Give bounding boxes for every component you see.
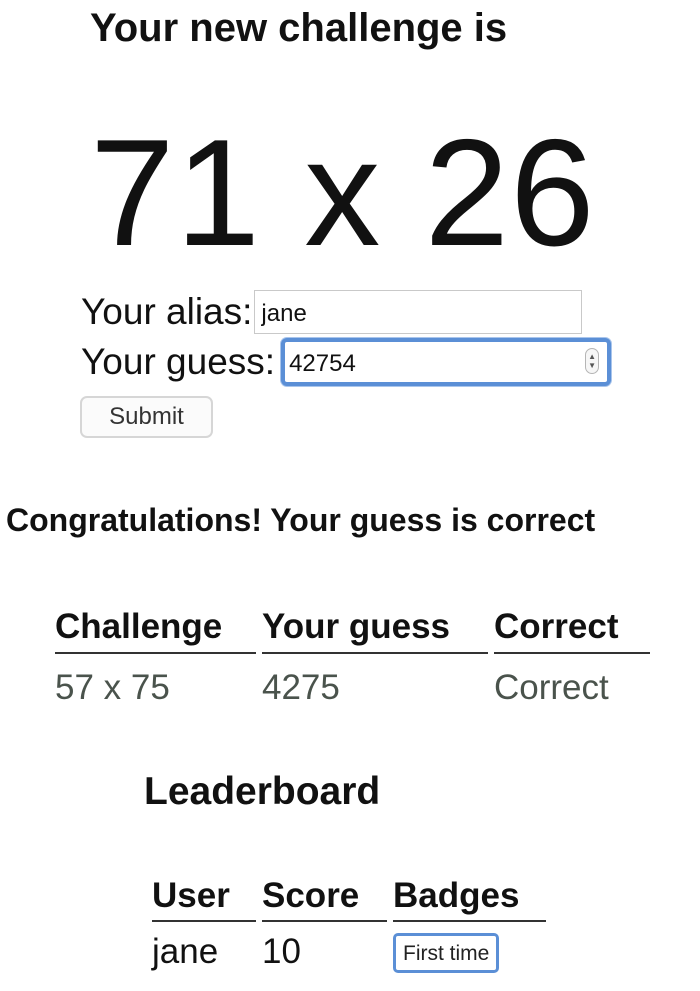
chevron-up-icon[interactable]: ▲ (588, 352, 596, 361)
number-stepper[interactable]: ▲ ▼ (585, 348, 600, 374)
table-row: jane 10 First time (152, 922, 546, 976)
attempts-header-correct: Correct (494, 602, 650, 654)
badge-first-time: First time (393, 932, 500, 973)
alias-label: Your alias: (81, 291, 253, 332)
guess-input[interactable] (281, 338, 612, 386)
leaderboard-user-cell: jane (152, 932, 219, 971)
alias-row: Your alias: (81, 288, 583, 336)
challenge-heading: Your new challenge is (90, 6, 508, 50)
leaderboard-header-row: User Score Badges (152, 872, 546, 922)
leaderboard-header-score: Score (262, 872, 387, 922)
table-row: 57 x 75 4275 Correct (55, 654, 650, 712)
leaderboard-header-badges: Badges (393, 872, 546, 922)
leaderboard-score-cell: 10 (262, 932, 301, 971)
leaderboard-title: Leaderboard (144, 770, 381, 813)
attempts-header-guess: Your guess (262, 602, 488, 654)
chevron-down-icon[interactable]: ▼ (588, 361, 596, 370)
attempt-guess-cell: 4275 (262, 668, 340, 707)
attempt-correct-cell: Correct (494, 668, 609, 707)
attempt-challenge-cell: 57 x 75 (55, 668, 170, 707)
submit-button[interactable]: Submit (80, 396, 213, 438)
attempts-header-challenge: Challenge (55, 602, 256, 654)
attempts-table: Challenge Your guess Correct 57 x 75 427… (49, 602, 656, 712)
guess-label: Your guess: (81, 341, 276, 382)
leaderboard-header-user: User (152, 872, 256, 922)
leaderboard-badges-cell: First time (393, 922, 546, 976)
leaderboard-table: User Score Badges jane 10 First time (146, 872, 552, 976)
result-message: Congratulations! Your guess is correct (6, 502, 596, 538)
challenge-expression: 71 x 26 (90, 108, 596, 278)
guess-row: Your guess: ▲ ▼ (81, 338, 612, 386)
guess-field: ▲ ▼ (281, 338, 612, 386)
attempts-header-row: Challenge Your guess Correct (55, 602, 650, 654)
alias-input[interactable] (254, 290, 583, 334)
